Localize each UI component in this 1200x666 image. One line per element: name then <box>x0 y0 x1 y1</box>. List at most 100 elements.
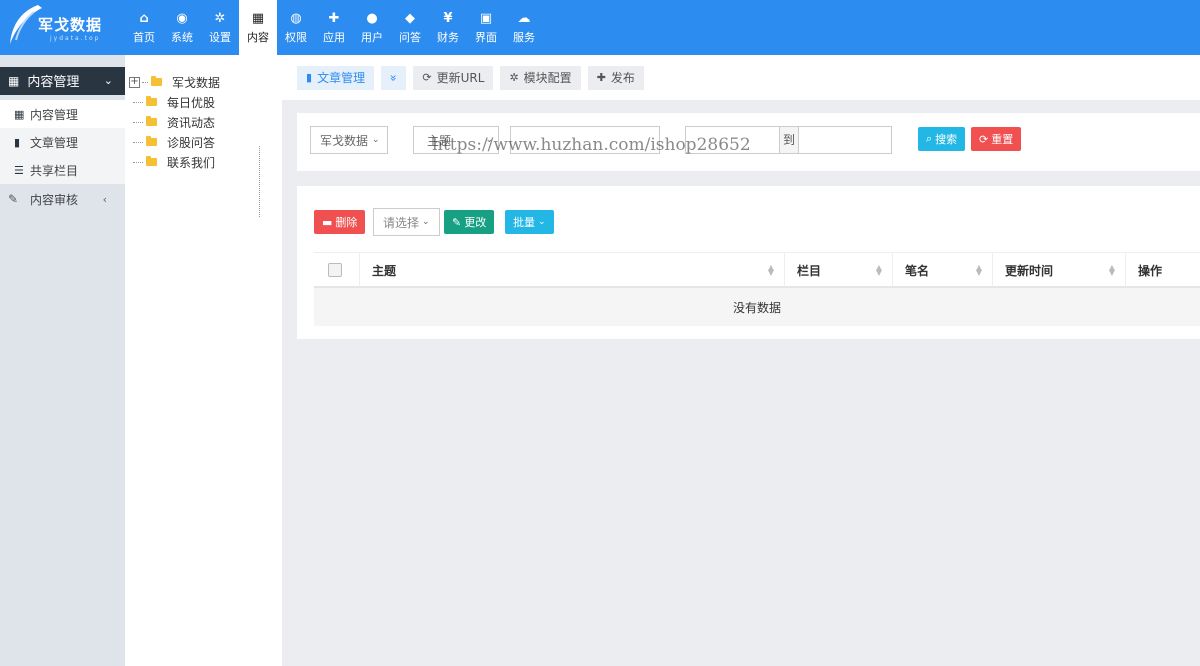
select-all-cell <box>314 253 360 287</box>
comment-icon: ◆ <box>405 11 415 26</box>
sidebar-item-label: 内容审核 <box>30 192 79 207</box>
file-icon: ▮ <box>14 135 21 149</box>
logo-subtext: jydata.top <box>50 35 101 42</box>
logo-text: 军戈数据 <box>38 16 103 34</box>
html5-icon: ▣ <box>479 11 493 26</box>
sidebar-item-content-audit[interactable]: ✎ 内容审核 ‹ <box>0 184 125 214</box>
column-header-column[interactable]: 栏目 ▲ ▼ <box>785 253 893 287</box>
sidebar-submenu: ▦ 内容管理 ▮ 文章管理 ☰ 共享栏目 <box>0 100 125 184</box>
tree-node-label: 诊股问答 <box>167 135 216 150</box>
grid-icon: ▦ <box>8 73 20 88</box>
tree-connector <box>133 161 143 163</box>
batch-field-select[interactable]: 请选择 ⌄ <box>373 208 440 236</box>
left-sidebar: ▦ 内容管理 ⌄ ▦ 内容管理 ▮ 文章管理 ☰ 共享栏目 ✎ 内容审核 ‹ <box>0 55 125 666</box>
publish-button[interactable]: ✚ 发布 <box>587 65 644 90</box>
select-value: 主题 <box>427 133 452 148</box>
nav-item-7[interactable]: ◆ 问答 <box>391 0 429 55</box>
keyword-input[interactable] <box>510 126 660 154</box>
date-from-input[interactable] <box>686 127 779 153</box>
sidebar-section-title: 内容管理 <box>27 75 80 90</box>
nav-item-1[interactable]: ◉ 系统 <box>163 0 201 55</box>
tree-node[interactable]: 资讯动态 <box>125 112 282 132</box>
tree-node-root[interactable]: + 军戈数据 <box>125 72 282 92</box>
tree-connector <box>133 141 143 143</box>
button-label: 更新URL <box>436 71 485 85</box>
date-to-input[interactable] <box>800 127 891 153</box>
tree-node-label: 资讯动态 <box>167 115 216 130</box>
reset-button[interactable]: ⟳ 重置 <box>971 127 1022 151</box>
nav-item-label: 权限 <box>285 31 307 44</box>
content-toolbar: ▮ 文章管理 » ⟳ 更新URL ✲ 模块配置 ✚ 发布 <box>282 55 1200 100</box>
tree-connector <box>133 121 143 123</box>
column-label: 主题 <box>372 263 397 278</box>
sidebar-item-shared-columns[interactable]: ☰ 共享栏目 <box>0 156 125 184</box>
yen-icon: ¥ <box>443 11 453 26</box>
cloud-icon: ☁ <box>517 11 531 26</box>
nav-item-label: 财务 <box>437 31 459 44</box>
folder-icon <box>151 76 162 86</box>
tab-dropdown-button[interactable]: » <box>381 65 407 90</box>
nav-item-3[interactable]: ▦ 内容 <box>239 0 277 55</box>
nav-item-label: 界面 <box>475 31 497 44</box>
column-header-title[interactable]: 主题 ▲ ▼ <box>360 253 785 287</box>
list-icon: ☰ <box>14 163 24 177</box>
user-circle-icon: ◍ <box>290 11 302 26</box>
batch-dropdown-button[interactable]: 批量 ⌄ <box>505 210 554 234</box>
nav-item-6[interactable]: ● 用户 <box>353 0 391 55</box>
field-select[interactable]: 主题 ⌄ <box>413 126 499 154</box>
button-label: 搜索 <box>935 133 958 146</box>
nav-item-5[interactable]: ✚ 应用 <box>315 0 353 55</box>
nav-item-label: 用户 <box>361 31 383 44</box>
grid-icon: ▦ <box>251 11 265 26</box>
edit-icon: ✎ <box>452 215 462 229</box>
column-label: 笔名 <box>905 263 930 278</box>
folder-icon <box>146 116 157 126</box>
button-label: 重置 <box>991 133 1014 146</box>
expand-icon[interactable]: + <box>129 76 140 88</box>
chevron-down-icon: ⌄ <box>538 217 546 227</box>
sort-icon: ▲ ▼ <box>975 263 982 277</box>
main-content: ▮ 文章管理 » ⟳ 更新URL ✲ 模块配置 ✚ 发布 军戈数据 ⌄ 主题 ⌄ <box>282 55 1200 666</box>
sidebar-item-content-manage[interactable]: ▦ 内容管理 <box>0 100 125 128</box>
sidebar-item-article-manage[interactable]: ▮ 文章管理 <box>0 128 125 156</box>
refresh-url-button[interactable]: ⟳ 更新URL <box>413 65 494 90</box>
sort-icon: ▲ ▼ <box>875 263 882 277</box>
nav-item-0[interactable]: ⌂ 首页 <box>125 0 163 55</box>
nav-item-10[interactable]: ☁ 服务 <box>505 0 543 55</box>
tab-article-manage[interactable]: ▮ 文章管理 <box>297 65 375 90</box>
nav-item-9[interactable]: ▣ 界面 <box>467 0 505 55</box>
select-all-checkbox[interactable] <box>328 263 342 277</box>
nav-item-8[interactable]: ¥ 财务 <box>429 0 467 55</box>
trash-icon: ▬ <box>322 215 333 229</box>
sidebar-item-label: 共享栏目 <box>30 163 79 178</box>
folder-icon <box>146 96 157 106</box>
site-select[interactable]: 军戈数据 ⌄ <box>310 126 388 154</box>
sidebar-item-label: 内容管理 <box>30 107 79 122</box>
search-panel: 军戈数据 ⌄ 主题 ⌄ 到 ⌕ 搜索 ⟳ 重置 <box>297 113 1200 171</box>
grid-icon: ▦ <box>14 107 25 121</box>
delete-button[interactable]: ▬ 删除 <box>314 210 366 234</box>
search-button[interactable]: ⌕ 搜索 <box>918 127 966 151</box>
column-header-author[interactable]: 笔名 ▲ ▼ <box>893 253 993 287</box>
nav-item-4[interactable]: ◍ 权限 <box>277 0 315 55</box>
module-config-button[interactable]: ✲ 模块配置 <box>500 65 581 90</box>
chevron-left-icon: ‹ <box>102 192 107 206</box>
column-label: 操作 <box>1138 263 1163 278</box>
sidebar-section: ▦ 内容管理 ⌄ <box>0 55 125 106</box>
puzzle-icon: ✚ <box>328 11 340 26</box>
brand-logo[interactable]: 军戈数据 jydata.top <box>0 0 125 55</box>
search-icon: ⌕ <box>926 132 933 145</box>
edit-icon: ✎ <box>8 192 19 206</box>
nav-item-2[interactable]: ✲ 设置 <box>201 0 239 55</box>
tree-node[interactable]: 每日优股 <box>125 92 282 112</box>
nav-item-label: 系统 <box>171 31 193 44</box>
gear-icon: ✲ <box>509 71 519 84</box>
sidebar-section-content-manage[interactable]: ▦ 内容管理 ⌄ <box>0 66 125 95</box>
user-icon: ● <box>366 11 378 26</box>
refresh-icon: ⟳ <box>979 132 989 146</box>
button-label: 模块配置 <box>523 71 572 85</box>
category-tree: + 军戈数据 每日优股 资讯动态 诊股问答 联系我们 <box>125 55 282 666</box>
column-header-updated[interactable]: 更新时间 ▲ ▼ <box>993 253 1126 287</box>
double-chevron-down-icon: » <box>386 73 401 82</box>
change-button[interactable]: ✎ 更改 <box>444 210 495 234</box>
